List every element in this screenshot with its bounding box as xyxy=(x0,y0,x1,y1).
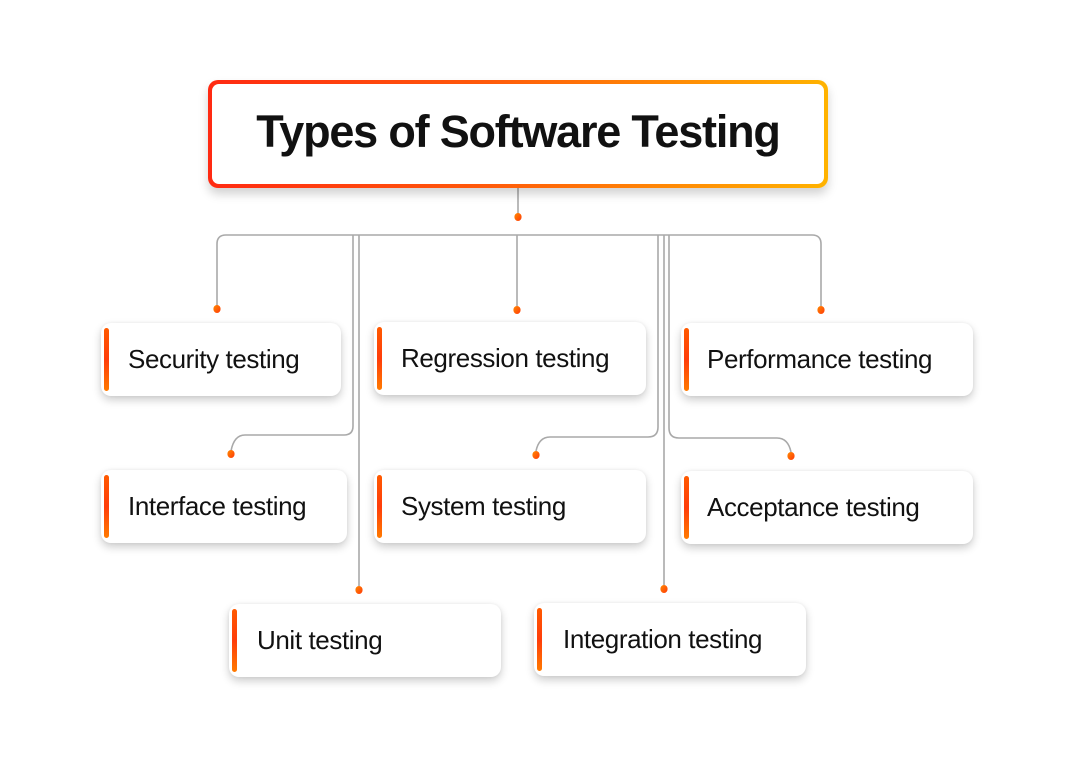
title-inner: Types of Software Testing xyxy=(212,84,824,184)
card-system-testing: System testing xyxy=(374,470,646,543)
security-connector-dot xyxy=(213,305,221,313)
system-connector-dot xyxy=(532,451,540,459)
card-interface-testing: Interface testing xyxy=(101,470,347,543)
accent-bar xyxy=(232,609,237,672)
card-unit-testing: Unit testing xyxy=(229,604,501,677)
card-label: System testing xyxy=(401,491,566,521)
title-stem-dot xyxy=(514,213,522,221)
bus-line xyxy=(216,234,822,306)
accent-bar xyxy=(684,476,689,539)
diagram-title: Types of Software Testing xyxy=(256,106,781,157)
accent-bar xyxy=(377,327,382,390)
regression-connector-dot xyxy=(513,306,521,314)
card-integration-testing: Integration testing xyxy=(534,603,806,676)
integration-connector-dot xyxy=(660,585,668,593)
card-regression-testing: Regression testing xyxy=(374,322,646,395)
card-label: Regression testing xyxy=(401,343,610,373)
card-label: Performance testing xyxy=(707,344,933,374)
card-label: Unit testing xyxy=(257,625,383,655)
accent-bar xyxy=(537,608,542,671)
accent-bar xyxy=(104,475,109,538)
card-performance-testing: Performance testing xyxy=(681,323,973,396)
interface-connector-dot xyxy=(227,450,235,458)
accent-bar xyxy=(684,328,689,391)
accent-bar xyxy=(377,475,382,538)
software-testing-diagram: Types of Software Testing Security testi… xyxy=(0,0,1074,772)
card-acceptance-testing: Acceptance testing xyxy=(681,471,973,544)
acceptance-connector-dot xyxy=(787,452,795,460)
card-security-testing: Security testing xyxy=(101,323,341,396)
card-label: Security testing xyxy=(128,344,300,374)
unit-connector-dot xyxy=(355,586,363,594)
accent-bar xyxy=(104,328,109,391)
card-label: Interface testing xyxy=(128,491,307,521)
title-box: Types of Software Testing xyxy=(208,80,828,188)
card-label: Integration testing xyxy=(563,624,763,654)
performance-connector-dot xyxy=(817,306,825,314)
card-label: Acceptance testing xyxy=(707,492,920,522)
